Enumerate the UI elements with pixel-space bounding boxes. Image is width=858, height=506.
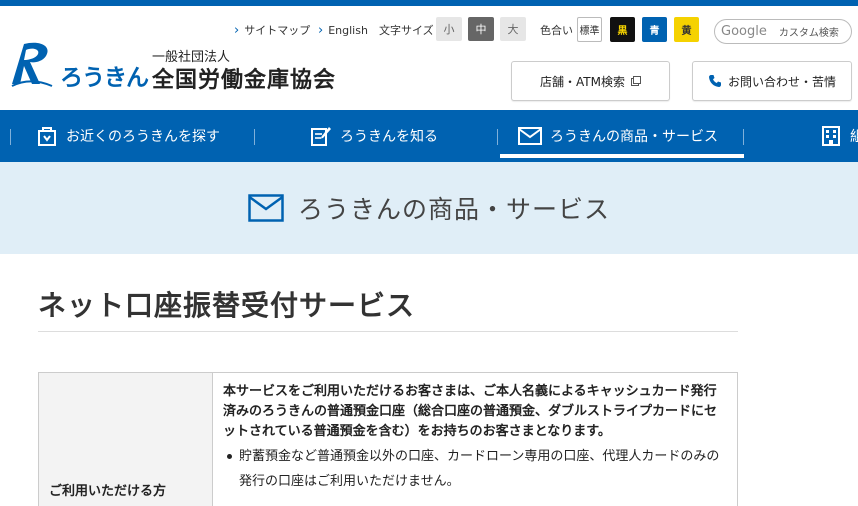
- page-title: ネット口座振替受付サービス: [38, 289, 416, 322]
- document-edit-icon: [311, 127, 331, 146]
- rokin-logo-icon[interactable]: [10, 40, 54, 88]
- org-name[interactable]: 全国労働金庫協会: [152, 62, 336, 94]
- nav-divider: [10, 129, 11, 145]
- banner-title: ろうきんの商品・サービス: [297, 195, 610, 224]
- store-atm-label: 店舗・ATM検索: [540, 74, 625, 89]
- color-label: 色合い: [540, 24, 573, 37]
- font-size-large-button[interactable]: 大: [500, 17, 526, 41]
- nav-divider: [254, 129, 255, 145]
- phone-icon: [708, 75, 721, 87]
- search-input[interactable]: Google カスタム検索: [714, 19, 852, 44]
- english-label: English: [328, 23, 368, 37]
- title-divider: [38, 331, 738, 332]
- font-size-medium-button[interactable]: 中: [468, 17, 494, 41]
- color-blue-button[interactable]: 青: [642, 17, 667, 42]
- nav-label: ろうきんの商品・サービス: [550, 129, 718, 145]
- table-cell: 本サービスをご利用いただけるお客さまは、ご本人名義によるキャッシュカード発行済み…: [213, 373, 737, 506]
- search-placeholder: カスタム検索: [778, 28, 839, 39]
- google-brand-label: Google: [721, 24, 767, 39]
- external-link-icon: [630, 76, 641, 86]
- nav-label: 組: [850, 129, 858, 145]
- contact-button[interactable]: お問い合わせ・苦情: [692, 61, 852, 101]
- eligibility-table: ご利用いただける方 本サービスをご利用いただけるお客さまは、ご本人名義によるキャ…: [38, 372, 738, 506]
- global-nav: お近くのろうきんを探す ろうきんを知る ろうきんの商品・サービス 組: [0, 110, 858, 162]
- chevron-right-icon: ›: [234, 22, 240, 38]
- eligibility-lead: 本サービスをご利用いただけるお客さまは、ご本人名義によるキャッシュカード発行済み…: [223, 384, 718, 439]
- chevron-right-icon: ›: [318, 22, 324, 38]
- nav-label: ろうきんを知る: [340, 129, 438, 145]
- list-item: 貯蓄預金など普通預金以外の口座、カードローン専用の口座、代理人カードのみの発行の…: [223, 444, 727, 494]
- english-link[interactable]: › English: [318, 18, 368, 42]
- envelope-icon: [518, 127, 542, 145]
- table-row-header: ご利用いただける方: [39, 373, 213, 506]
- shop-bag-icon: [38, 127, 56, 146]
- sitemap-label: サイトマップ: [244, 24, 311, 37]
- sitemap-link[interactable]: › サイトマップ: [234, 18, 310, 42]
- active-nav-indicator: [500, 154, 744, 158]
- contact-label: お問い合わせ・苦情: [727, 74, 836, 89]
- store-atm-search-button[interactable]: 店舗・ATM検索: [511, 61, 670, 101]
- nav-item-find-branch[interactable]: お近くのろうきんを探す: [36, 110, 220, 162]
- font-size-label: 文字サイズ: [379, 24, 434, 37]
- color-yellow-button[interactable]: 黄: [674, 17, 699, 42]
- logo-text[interactable]: ろうきん: [60, 58, 149, 92]
- nav-label: お近くのろうきんを探す: [66, 129, 220, 145]
- envelope-icon: [248, 194, 284, 222]
- color-standard-button[interactable]: 標準: [577, 17, 602, 42]
- nav-item-organization[interactable]: 組: [820, 110, 858, 162]
- building-icon: [822, 126, 840, 146]
- nav-item-about[interactable]: ろうきんを知る: [310, 110, 438, 162]
- top-accent-bar: [0, 0, 858, 6]
- nav-divider: [497, 129, 498, 145]
- row-header-label: ご利用いただける方: [49, 484, 167, 499]
- eligibility-notes: 貯蓄預金など普通預金以外の口座、カードローン専用の口座、代理人カードのみの発行の…: [223, 444, 727, 494]
- category-banner: ろうきんの商品・サービス: [0, 162, 858, 254]
- color-black-button[interactable]: 黒: [610, 17, 635, 42]
- font-size-small-button[interactable]: 小: [436, 17, 462, 41]
- nav-divider: [743, 129, 744, 145]
